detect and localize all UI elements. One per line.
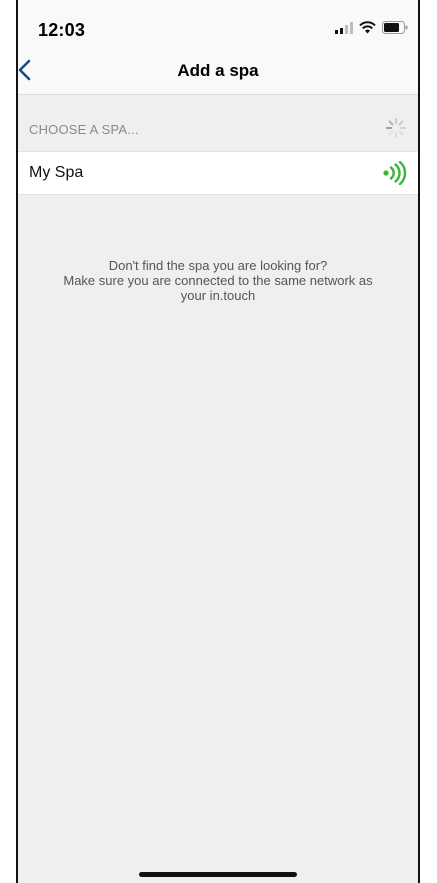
phone-screen: 12:03 Add a spa CHOOSE A SPA... My Spa D…: [16, 0, 420, 883]
cellular-signal-icon: [335, 21, 353, 39]
status-bar: 12:03: [18, 0, 418, 50]
home-indicator[interactable]: [139, 872, 297, 877]
help-line: Don't find the spa you are looking for?: [108, 258, 328, 273]
wifi-icon: [359, 21, 376, 39]
battery-icon: [382, 21, 408, 39]
status-time: 12:03: [38, 20, 86, 40]
signal-strength-icon: [382, 160, 408, 186]
help-line: Make sure you are connected to the same …: [63, 273, 373, 288]
spa-name: My Spa: [29, 164, 84, 181]
page-title: Add a spa: [177, 61, 259, 80]
header-area: 12:03 Add a spa: [18, 0, 418, 95]
help-line: your in.touch: [180, 288, 256, 303]
help-message: Don't find the spa you are looking for? …: [36, 258, 400, 303]
section-header: CHOOSE A SPA...: [18, 95, 418, 151]
navigation-bar: Add a spa: [18, 50, 418, 94]
status-icons: [335, 21, 408, 39]
spa-list-item[interactable]: My Spa: [18, 151, 418, 195]
spinner-icon: [385, 117, 407, 139]
section-label: CHOOSE A SPA...: [29, 122, 139, 137]
